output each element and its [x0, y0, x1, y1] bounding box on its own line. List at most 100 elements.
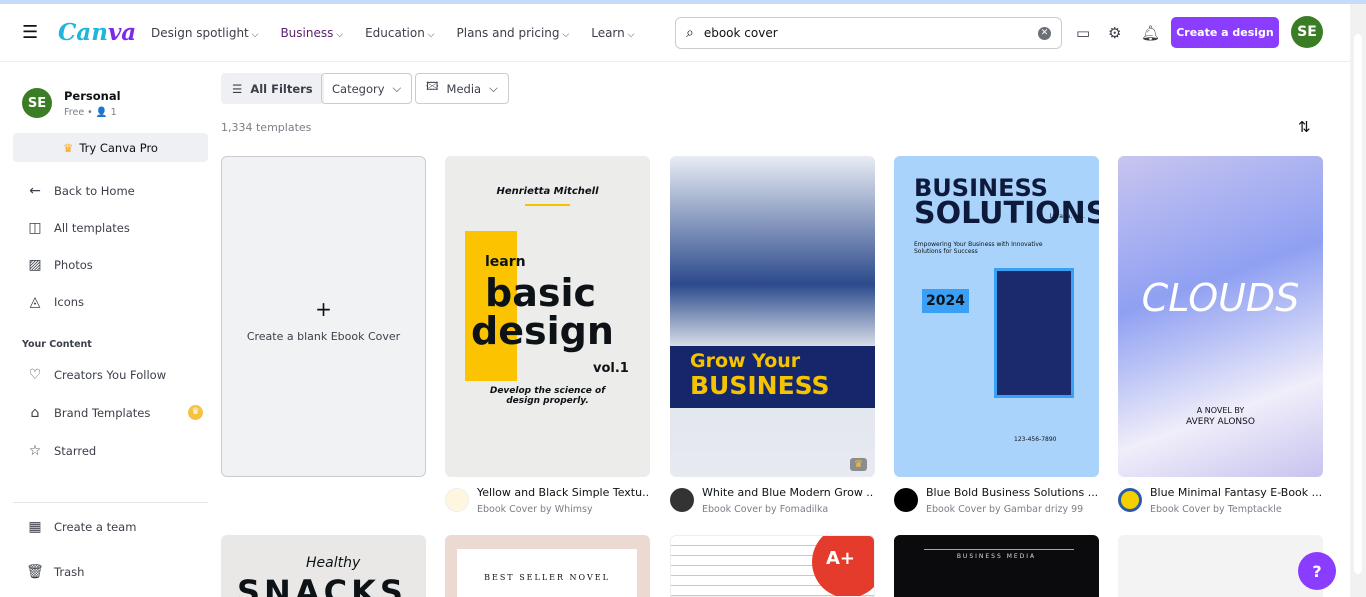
avatar[interactable]: SE — [1291, 16, 1323, 48]
sidebar-item-photos[interactable]: ▨ Photos — [26, 257, 93, 273]
nav-learn[interactable]: Learn — [591, 26, 634, 40]
cover-text: design — [471, 309, 614, 353]
sidebar-item-icons[interactable]: ◬ Icons — [26, 294, 84, 310]
arrow-left-icon: ← — [29, 183, 41, 199]
sidebar-item-all-templates[interactable]: ◫ All templates — [26, 220, 130, 236]
nav-education[interactable]: Education — [365, 26, 434, 40]
photo-icon: ▨ — [28, 257, 42, 273]
template-title[interactable]: Blue Minimal Fantasy E-Book ... — [1150, 486, 1322, 499]
template-count: 1,334 templates — [221, 121, 312, 134]
desktop-icon[interactable]: ▭ — [1076, 24, 1090, 42]
template-creator[interactable]: Ebook Cover by Fomadilka — [702, 504, 874, 515]
media-icon: 🖾 — [426, 79, 439, 93]
label: Starred — [54, 444, 97, 458]
clear-icon[interactable]: ✕ — [1038, 26, 1051, 40]
label: Creators You Follow — [54, 368, 167, 382]
label: Media — [446, 81, 482, 96]
label: Category — [332, 81, 385, 96]
search-input[interactable]: ⌕ ebook cover ✕ — [675, 17, 1062, 49]
creator-avatar — [670, 488, 694, 512]
cover-text: Healthy — [306, 555, 361, 571]
create-blank-card[interactable]: + Create a blank Ebook Cover — [221, 156, 426, 477]
template-card[interactable]: Henrietta Mitchell learn basic design vo… — [445, 156, 650, 477]
cover-text: vol.1 — [593, 361, 629, 376]
sidebar-item-back-home[interactable]: ← Back to Home — [26, 183, 135, 199]
template-card[interactable]: BUSINESS MEDIA — [894, 535, 1099, 597]
help-button[interactable]: ? — [1298, 552, 1336, 590]
nav-business[interactable]: Business — [280, 26, 343, 40]
gear-icon[interactable]: ⚙ — [1108, 24, 1121, 42]
canva-logo[interactable]: Canva — [58, 19, 136, 46]
label: Create a team — [54, 520, 137, 534]
template-caption[interactable]: Blue Minimal Fantasy E-Book ... Ebook Cov… — [1118, 486, 1323, 515]
cover-text: 123-456-7890 — [1014, 436, 1057, 443]
cover-text: Henrietta Mitchell — [496, 186, 599, 197]
template-card[interactable]: A+ — [670, 535, 875, 597]
cover-text: A+ — [812, 536, 874, 596]
template-title[interactable]: White and Blue Modern Grow ... — [702, 486, 874, 499]
label: All templates — [54, 221, 130, 235]
heart-icon: ♡ — [28, 367, 42, 383]
label: Brand Templates — [54, 406, 151, 420]
try-pro-label: Try Canva Pro — [79, 140, 158, 155]
template-creator[interactable]: Ebook Cover by Whimsy — [477, 504, 649, 515]
category-dropdown[interactable]: Category ⌵ — [321, 73, 413, 104]
cover-text: Grow Your — [690, 350, 801, 372]
sidebar-item-brand-templates[interactable]: ⌂ Brand Templates — [26, 405, 151, 421]
template-creator[interactable]: Ebook Cover by Temptackle — [1150, 504, 1322, 515]
template-caption[interactable]: Yellow and Black Simple Textu... Ebook Co… — [445, 486, 650, 515]
sidebar-item-create-team[interactable]: ▦ Create a team — [26, 519, 136, 535]
sidebar-item-creators[interactable]: ♡ Creators You Follow — [26, 367, 166, 383]
template-card[interactable]: Healthy SNACKS — [221, 535, 426, 597]
search-value: ebook cover — [703, 26, 778, 40]
template-title[interactable]: Yellow and Black Simple Textu... — [477, 486, 649, 499]
template-title[interactable]: Blue Bold Business Solutions ... — [926, 486, 1098, 499]
create-design-button[interactable]: Create a design — [1171, 17, 1279, 48]
sidebar-item-trash[interactable]: 🗑︎ Trash — [26, 564, 84, 580]
cover-text: 2024 — [922, 289, 969, 313]
cover-text: AVERY ALONSO — [1186, 417, 1255, 427]
template-card[interactable]: Grow Your BUSINESS ♛ — [670, 156, 875, 477]
cover-text: SNACKS — [237, 573, 407, 597]
account-name[interactable]: Personal — [64, 89, 121, 103]
bell-icon[interactable]: 🔔︎ — [1141, 24, 1160, 42]
label: Trash — [54, 565, 85, 579]
team-icon: ▦ — [28, 519, 42, 535]
template-caption[interactable]: Blue Bold Business Solutions ... Ebook Co… — [894, 486, 1099, 515]
menu-icon[interactable]: ☰ — [22, 22, 38, 43]
try-pro-button[interactable]: ♛ Try Canva Pro — [13, 133, 208, 162]
cover-text: BUSINESS — [690, 371, 830, 400]
nav-design-spotlight[interactable]: Design spotlight — [151, 26, 258, 40]
section-your-content: Your Content — [22, 339, 92, 350]
chevron-down-icon: ⌵ — [489, 81, 498, 95]
all-filters-button[interactable]: ☰ All Filters — [221, 73, 324, 104]
sidebar: SE Personal Free • 👤 1 ♛ Try Canva Pro ← B… — [0, 62, 220, 597]
star-icon: ☆ — [28, 443, 42, 459]
cover-text: BEST SELLER NOVEL — [457, 549, 637, 597]
cover-text: CLOUDS — [1141, 276, 1300, 320]
scrollbar[interactable] — [1350, 4, 1366, 597]
divider — [13, 502, 208, 503]
template-card[interactable]: CLOUDS A NOVEL BY AVERY ALONSO — [1118, 156, 1323, 477]
crown-icon: ♛ — [63, 140, 74, 155]
sidebar-item-starred[interactable]: ☆ Starred — [26, 443, 97, 459]
creator-avatar — [445, 488, 469, 512]
sort-icon[interactable]: ⇅ — [1298, 118, 1311, 136]
template-card[interactable] — [1118, 535, 1323, 597]
cover-text: Larana, Inc. — [1049, 213, 1085, 220]
cover-text: BUSINESS MEDIA — [956, 553, 1037, 560]
label: Back to Home — [54, 184, 135, 198]
media-dropdown[interactable]: 🖾 Media ⌵ — [415, 73, 509, 104]
nav-plans-pricing[interactable]: Plans and pricing — [457, 26, 570, 40]
label: Photos — [54, 258, 93, 272]
template-card[interactable]: BEST SELLER NOVEL — [445, 535, 650, 597]
scrollbar-thumb[interactable] — [1354, 34, 1362, 574]
cover-line — [924, 549, 1074, 550]
template-card[interactable]: BUSINESS SOLUTIONS Empowering Your Busine… — [894, 156, 1099, 477]
trash-icon: 🗑︎ — [26, 564, 44, 580]
crown-badge-icon: ♛ — [188, 405, 203, 420]
cover-line — [525, 204, 570, 206]
account-avatar[interactable]: SE — [22, 88, 52, 118]
template-creator[interactable]: Ebook Cover by Gambar drizy 99 — [926, 504, 1098, 515]
template-caption[interactable]: White and Blue Modern Grow ... Ebook Cove… — [670, 486, 875, 515]
